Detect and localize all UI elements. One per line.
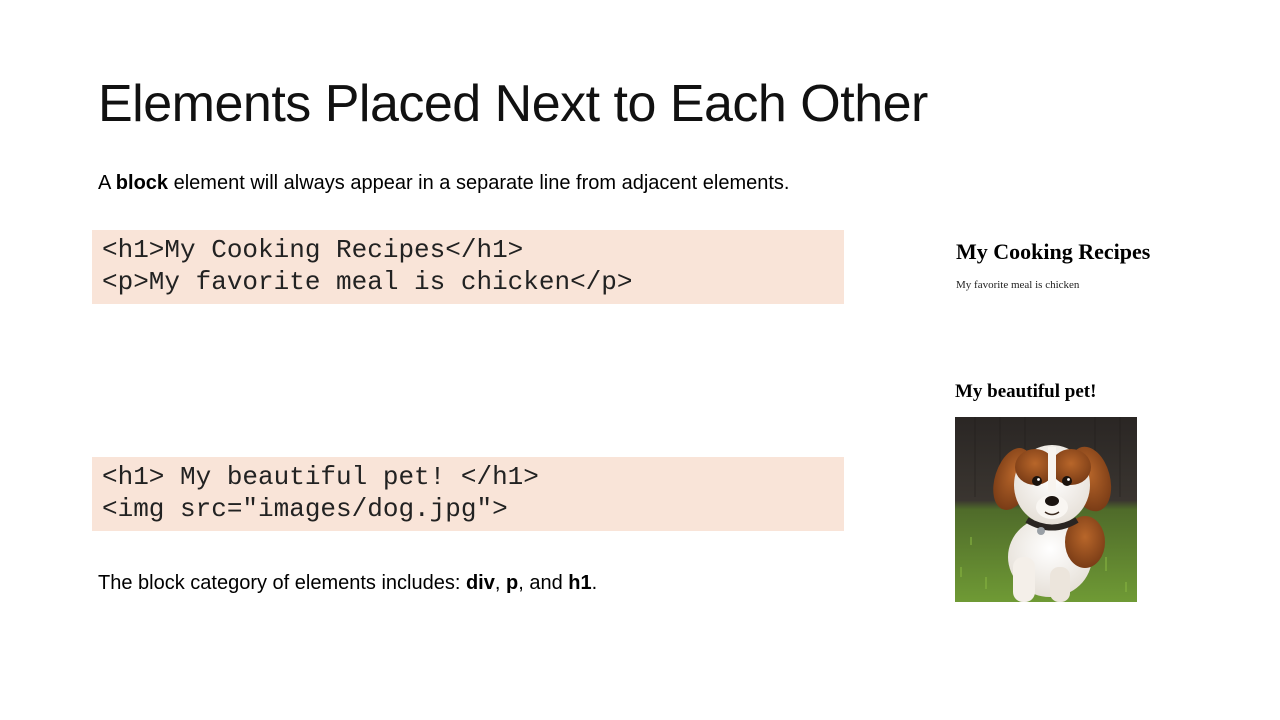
intro-text: A block element will always appear in a …: [98, 169, 789, 197]
preview-heading-pet: My beautiful pet!: [955, 381, 1097, 402]
intro-prefix: A: [98, 172, 116, 194]
preview-heading-cooking: My Cooking Recipes: [956, 239, 1151, 264]
dog-photo: [955, 417, 1137, 602]
code-line: <h1>My Cooking Recipes</h1>: [102, 235, 524, 265]
summary-item-div: div: [465, 572, 495, 594]
intro-suffix: element will always appear in a separate…: [168, 172, 790, 194]
preview-paragraph: My favorite meal is chicken: [956, 279, 1080, 291]
summary-text: The block category of elements includes:…: [98, 569, 597, 597]
summary-prefix: The block category of elements includes:: [98, 572, 466, 594]
summary-suffix: .: [591, 572, 598, 594]
summary-item-p: p: [506, 572, 519, 594]
summary-separator: , and: [518, 572, 569, 594]
code-example-cooking: <h1>My Cooking Recipes</h1> <p>My favorit…: [92, 230, 844, 304]
code-example-pet: <h1> My beautiful pet! </h1> <img src="im…: [92, 457, 844, 531]
slide-title: Elements Placed Next to Each Other: [98, 75, 928, 133]
code-line: <p>My favorite meal is chicken</p>: [102, 267, 633, 297]
summary-item-h1: h1: [568, 572, 592, 594]
intro-bold-word: block: [115, 172, 169, 194]
code-line: <img src="images/dog.jpg">: [102, 494, 508, 524]
summary-separator: ,: [494, 572, 506, 594]
code-line: <h1> My beautiful pet! </h1>: [102, 462, 539, 492]
